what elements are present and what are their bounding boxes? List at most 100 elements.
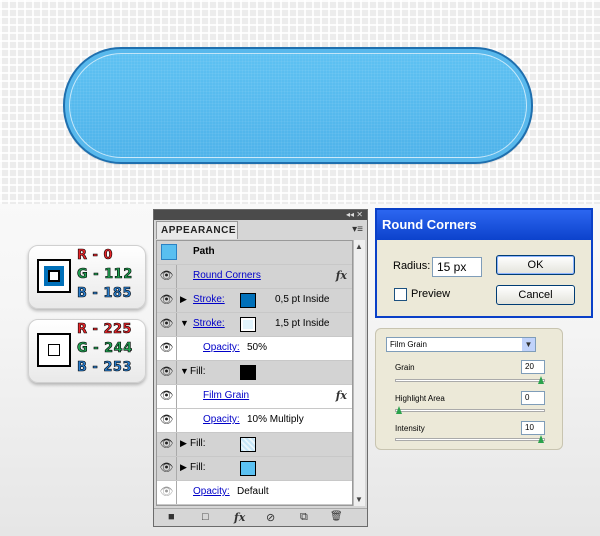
fill-color-swatch[interactable] bbox=[240, 461, 256, 476]
stroke-value: 0,5 pt Inside bbox=[275, 294, 330, 305]
new-art-appearance-icon[interactable]: □ bbox=[202, 511, 209, 523]
intensity-slider-handle[interactable] bbox=[538, 435, 544, 443]
delete-trash-icon[interactable]: 🗑 bbox=[330, 511, 343, 522]
chevron-down-icon[interactable]: ▼ bbox=[522, 338, 535, 351]
appearance-row-opacity[interactable]: 👁 Opacity: 50% bbox=[157, 337, 352, 361]
stroke-color-swatch[interactable] bbox=[240, 293, 256, 308]
appearance-row-stroke[interactable]: 👁 ▶ Stroke: 0,5 pt Inside bbox=[157, 289, 352, 313]
preview-label: Preview bbox=[411, 288, 451, 300]
visibility-eye-icon[interactable]: 👁 bbox=[157, 313, 177, 336]
appearance-row-fill[interactable]: 👁 ▶ Fill: bbox=[157, 457, 352, 481]
stroke-value: 1,5 pt Inside bbox=[275, 318, 330, 329]
visibility-eye-icon[interactable]: 👁 bbox=[157, 433, 177, 456]
intensity-slider[interactable] bbox=[395, 435, 545, 443]
appearance-row-fill[interactable]: 👁 ▼ Fill: bbox=[157, 361, 352, 385]
opacity-value: 50% bbox=[247, 342, 268, 353]
fill-color-swatch[interactable] bbox=[240, 437, 256, 452]
color-badge-dark-blue: R - 0 G - 112 B - 185 bbox=[28, 245, 146, 309]
visibility-eye-icon[interactable]: 👁 bbox=[157, 337, 177, 360]
new-art-basic-icon[interactable]: ■ bbox=[168, 511, 175, 523]
scroll-up-icon[interactable]: ▲ bbox=[355, 242, 363, 251]
appearance-panel: ◂◂ ✕ APPEARANCE ▾≡ Path 👁 Round Corners … bbox=[153, 209, 368, 527]
stroke-link[interactable]: Stroke: bbox=[193, 294, 225, 305]
expand-triangle-icon[interactable]: ▶ bbox=[180, 438, 187, 449]
appearance-row-film-grain[interactable]: 👁 Film Grain fx bbox=[157, 385, 352, 409]
grain-slider[interactable] bbox=[395, 376, 545, 384]
visibility-eye-icon[interactable]: 👁 bbox=[157, 289, 177, 312]
grain-slider-handle[interactable] bbox=[538, 376, 544, 384]
visibility-eye-icon[interactable]: 👁 bbox=[157, 409, 177, 432]
color-badge-light-blue: R - 225 G - 244 B - 253 bbox=[28, 319, 146, 383]
opacity-value: 10% Multiply bbox=[247, 414, 304, 425]
rounded-button-artwork bbox=[63, 47, 533, 164]
visibility-eye-icon[interactable]: 👁 bbox=[157, 385, 177, 408]
fill-color-swatch[interactable] bbox=[240, 365, 256, 380]
opacity-link[interactable]: Opacity: bbox=[203, 414, 240, 425]
opacity-link[interactable]: Opacity: bbox=[193, 486, 230, 497]
highlight-area-slider[interactable] bbox=[395, 406, 545, 414]
scroll-down-icon[interactable]: ▼ bbox=[355, 495, 363, 504]
appearance-list: Path 👁 Round Corners fx 👁 ▶ Stroke: 0,5 … bbox=[156, 240, 353, 506]
tab-appearance[interactable]: APPEARANCE bbox=[156, 221, 238, 239]
appearance-scrollbar[interactable]: ▲ ▼ bbox=[353, 240, 365, 506]
rgb-blue-value: B - 185 bbox=[77, 286, 132, 302]
button-inner-highlight bbox=[69, 53, 527, 158]
visibility-eye-icon[interactable]: 👁 bbox=[157, 481, 177, 504]
dialog-title: Round Corners bbox=[377, 210, 591, 240]
stroke-color-swatch[interactable] bbox=[240, 317, 256, 332]
highlight-area-slider-handle[interactable] bbox=[396, 406, 402, 414]
fill-label: Fill: bbox=[190, 462, 206, 473]
visibility-eye-icon[interactable]: 👁 bbox=[157, 265, 177, 288]
grain-input[interactable]: 20 bbox=[521, 360, 545, 374]
panel-menu-icon[interactable]: ▾≡ bbox=[352, 224, 363, 235]
path-row[interactable]: Path bbox=[157, 241, 352, 265]
collapse-triangle-icon[interactable]: ▼ bbox=[180, 366, 189, 376]
expand-triangle-icon[interactable]: ▶ bbox=[180, 294, 187, 305]
rgb-red-value: R - 0 bbox=[77, 248, 114, 264]
stroke-link[interactable]: Stroke: bbox=[193, 318, 225, 329]
rgb-green-value: G - 244 bbox=[77, 341, 133, 357]
clear-appearance-icon[interactable]: ⊘ bbox=[266, 511, 275, 524]
highlight-area-label: Highlight Area bbox=[395, 394, 445, 403]
appearance-toolbar: ■ □ fx ⊘ ⧉ 🗑 bbox=[154, 508, 367, 526]
opacity-value: Default bbox=[237, 486, 269, 497]
dark-blue-swatch-icon bbox=[37, 259, 71, 293]
grain-label: Grain bbox=[395, 363, 415, 372]
visibility-eye-icon[interactable]: 👁 bbox=[157, 361, 177, 384]
rgb-red-value: R - 225 bbox=[77, 322, 133, 338]
path-thumbnail-icon bbox=[161, 244, 177, 260]
expand-triangle-icon[interactable]: ▶ bbox=[180, 462, 187, 473]
radius-label: Radius: bbox=[393, 260, 431, 272]
round-corners-dialog: Round Corners Radius: 15 px OK Preview C… bbox=[375, 208, 593, 318]
filter-select[interactable]: Film Grain ▼ bbox=[386, 337, 536, 352]
ok-button[interactable]: OK bbox=[496, 255, 575, 275]
film-grain-panel: Film Grain ▼ Grain 20 Highlight Area 0 I… bbox=[375, 328, 563, 450]
filter-select-value: Film Grain bbox=[390, 340, 427, 349]
intensity-label: Intensity bbox=[395, 424, 425, 433]
visibility-eye-icon[interactable]: 👁 bbox=[157, 457, 177, 480]
fill-label: Fill: bbox=[190, 438, 206, 449]
appearance-row-fill[interactable]: 👁 ▶ Fill: bbox=[157, 433, 352, 457]
appearance-row-stroke[interactable]: 👁 ▼ Stroke: 1,5 pt Inside bbox=[157, 313, 352, 337]
fx-icon[interactable]: fx bbox=[336, 389, 347, 402]
add-effect-fx-icon[interactable]: fx bbox=[234, 511, 245, 524]
light-blue-swatch-icon bbox=[37, 333, 71, 367]
intensity-input[interactable]: 10 bbox=[521, 421, 545, 435]
rgb-blue-value: B - 253 bbox=[77, 360, 132, 376]
radius-input[interactable]: 15 px bbox=[432, 257, 482, 277]
appearance-row-round-corners[interactable]: 👁 Round Corners fx bbox=[157, 265, 352, 289]
preview-checkbox[interactable] bbox=[394, 288, 407, 301]
duplicate-item-icon[interactable]: ⧉ bbox=[300, 511, 308, 524]
round-corners-link[interactable]: Round Corners bbox=[193, 270, 261, 281]
appearance-row-opacity[interactable]: 👁 Opacity: Default bbox=[157, 481, 352, 505]
film-grain-link[interactable]: Film Grain bbox=[203, 390, 249, 401]
opacity-link[interactable]: Opacity: bbox=[203, 342, 240, 353]
artboard-grid bbox=[0, 0, 600, 204]
path-label: Path bbox=[193, 246, 215, 257]
panel-collapse-controls[interactable]: ◂◂ ✕ bbox=[154, 210, 367, 220]
appearance-row-opacity[interactable]: 👁 Opacity: 10% Multiply bbox=[157, 409, 352, 433]
highlight-area-input[interactable]: 0 bbox=[521, 391, 545, 405]
collapse-triangle-icon[interactable]: ▼ bbox=[180, 318, 189, 328]
fx-icon[interactable]: fx bbox=[336, 269, 347, 282]
cancel-button[interactable]: Cancel bbox=[496, 285, 575, 305]
